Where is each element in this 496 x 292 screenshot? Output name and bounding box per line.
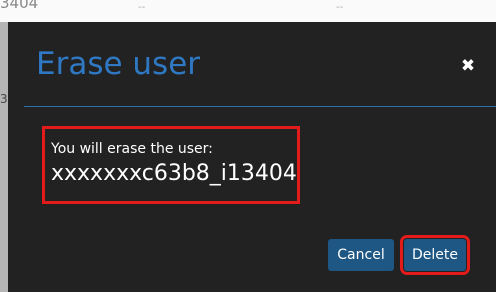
header-divider	[24, 106, 496, 107]
background-side-text: 3	[0, 92, 8, 106]
background-row-id: 3404	[0, 0, 39, 12]
cancel-button[interactable]: Cancel	[328, 239, 394, 271]
erase-user-dialog: Erase user ✖ You will erase the user: xx…	[8, 22, 496, 292]
user-info-box: You will erase the user: xxxxxxxc63b8_i1…	[42, 126, 300, 204]
background-cell: --	[138, 2, 146, 13]
username-text: xxxxxxxc63b8_i13404	[51, 161, 297, 186]
erase-message: You will erase the user:	[51, 141, 213, 157]
background-table-row: 3404 -- --	[0, 0, 496, 22]
dialog-header: Erase user ✖	[8, 22, 496, 106]
close-icon[interactable]: ✖	[460, 58, 476, 75]
delete-button[interactable]: Delete	[400, 235, 470, 275]
dialog-title: Erase user	[36, 46, 201, 82]
background-cell: --	[336, 2, 344, 13]
